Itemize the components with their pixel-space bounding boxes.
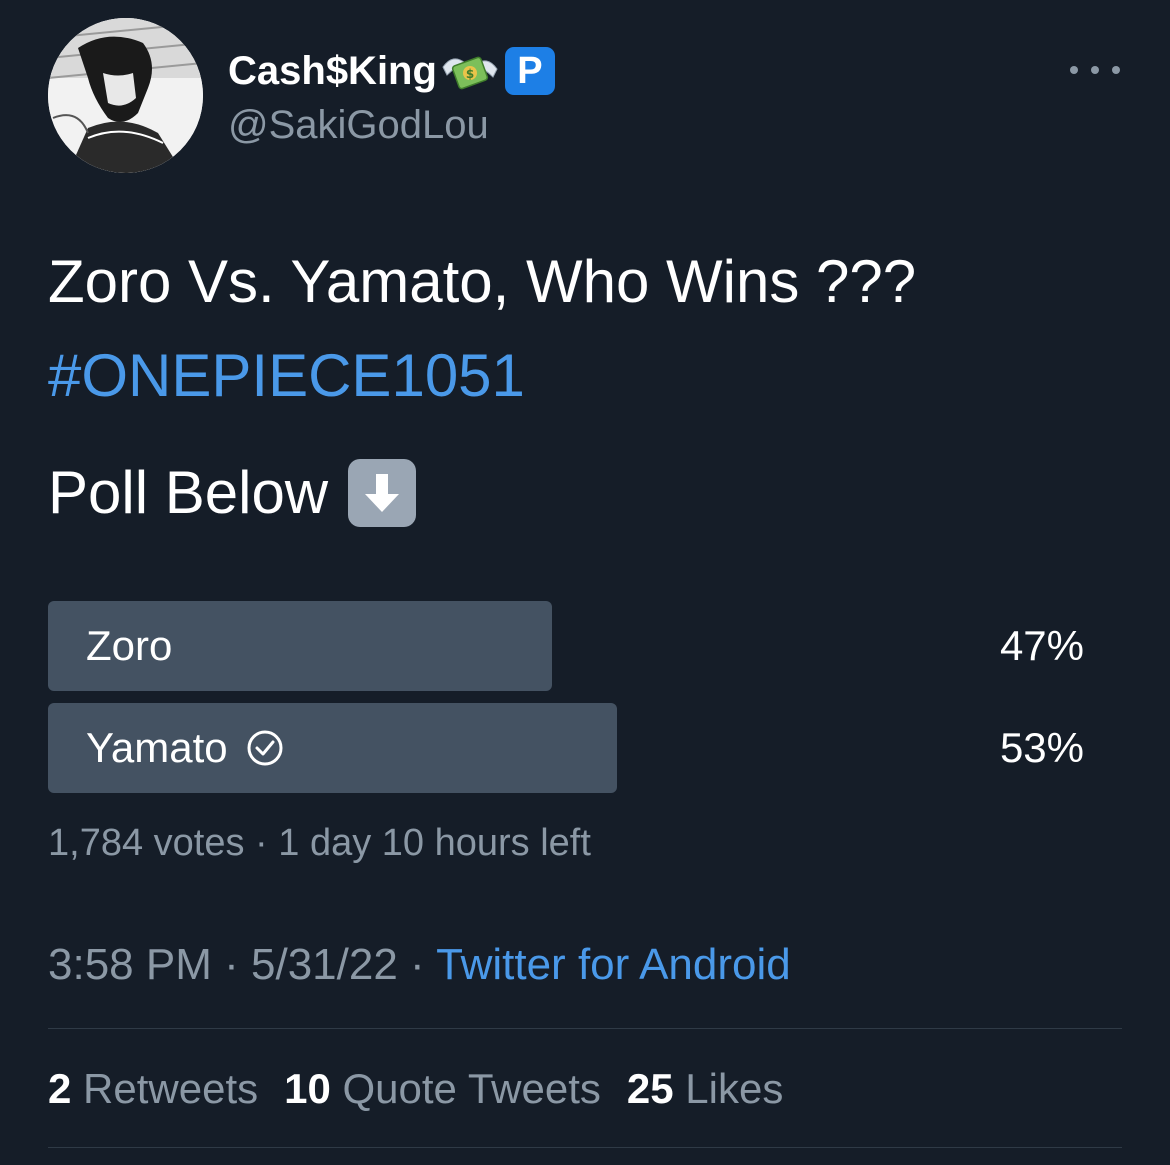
retweets-label: Retweets — [83, 1065, 259, 1112]
separator: · — [255, 822, 268, 864]
poll-option-zoro: Zoro 47% — [48, 601, 1088, 691]
quote-tweets-stat[interactable]: 10 Quote Tweets — [284, 1062, 601, 1116]
timestamp-row: 3:58 PM · 5/31/22 · Twitter for Android — [48, 937, 791, 993]
handle[interactable]: @SakiGodLou — [228, 100, 489, 150]
engagement-stats: 2 Retweets 10 Quote Tweets 25 Likes — [48, 1062, 783, 1116]
divider — [48, 1147, 1122, 1148]
tweet-time[interactable]: 3:58 PM — [48, 940, 212, 989]
tweet-text: Zoro Vs. Yamato, Who Wins ??? — [48, 248, 917, 315]
poll-option-percent: 53% — [999, 724, 1084, 771]
likes-stat[interactable]: 25 Likes — [627, 1062, 783, 1116]
poll-option-yamato: Yamato 53% — [48, 703, 1088, 793]
more-options-icon[interactable] — [1070, 58, 1120, 82]
poll-option-label: Yamato — [86, 724, 228, 771]
separator: · — [224, 940, 239, 989]
quotes-count: 10 — [284, 1065, 331, 1112]
poll-time-left: 1 day 10 hours left — [278, 822, 591, 864]
display-name-row: Cash$King $ P — [228, 46, 555, 96]
divider — [48, 1028, 1122, 1029]
retweets-count: 2 — [48, 1065, 72, 1112]
poll-option-label-row: Yamato — [86, 703, 284, 793]
source-link[interactable]: Twitter for Android — [436, 940, 791, 989]
check-circle-icon — [246, 729, 284, 767]
poll-votes: 1,784 votes — [48, 822, 245, 864]
poll-option-label: Zoro — [86, 622, 173, 669]
retweets-stat[interactable]: 2 Retweets — [48, 1062, 258, 1116]
poll-intro-text: Poll Below — [48, 459, 329, 526]
money-with-wings-icon: $ — [439, 47, 501, 95]
hashtag-link[interactable]: #ONEPIECE1051 — [48, 340, 525, 412]
poll-option-percent: 47% — [999, 622, 1084, 669]
display-name[interactable]: Cash$King — [228, 46, 437, 96]
p-badge: P — [504, 47, 555, 95]
poll-intro-row: Poll Below — [48, 457, 417, 529]
poll-meta: 1,784 votes · 1 day 10 hours left — [48, 820, 591, 866]
svg-text:$: $ — [466, 67, 474, 81]
separator: · — [410, 940, 425, 989]
quotes-label: Quote Tweets — [342, 1065, 601, 1112]
down-arrow-icon — [348, 459, 417, 527]
tweet-date[interactable]: 5/31/22 — [251, 940, 398, 989]
likes-label: Likes — [685, 1065, 784, 1112]
likes-count: 25 — [626, 1065, 674, 1112]
avatar[interactable] — [48, 18, 203, 173]
